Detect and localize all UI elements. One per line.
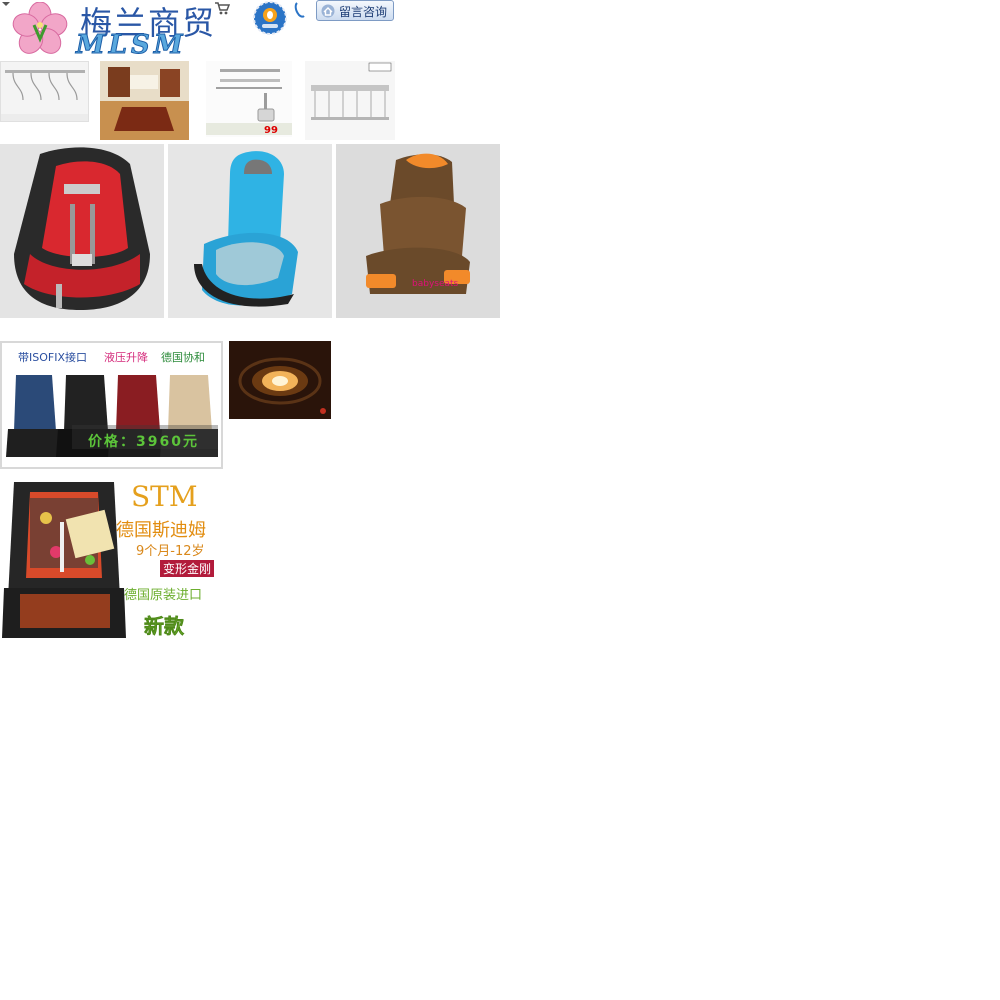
brown-booster-seat-image: babyseats — [336, 144, 500, 318]
towel-rack-price-tag: 99 — [264, 125, 278, 136]
banner-stm-seat[interactable]: STM 德国斯迪姆 9个月-12岁 变形金刚 德国原装进口 新款 — [0, 478, 223, 650]
message-consult-button[interactable]: 留言咨询 — [316, 0, 394, 21]
product-thumb-brown-booster-seat[interactable]: babyseats — [336, 144, 500, 318]
red-car-seat-image — [0, 144, 164, 318]
site-logo[interactable]: 梅兰商贸 MLSM — [8, 0, 214, 61]
banner-isofix-feature-1: 带ISOFIX接口 — [18, 351, 87, 364]
cart-icon[interactable] — [214, 1, 230, 15]
stm-origin: 德国原装进口 — [124, 588, 203, 603]
banner-isofix-feature-3: 德国协和 — [161, 351, 205, 364]
stm-age-range: 9个月-12岁 — [136, 544, 205, 559]
qq-icon[interactable] — [252, 0, 288, 36]
ceiling-rack-image — [311, 62, 392, 120]
banner-isofix-seats[interactable]: 带ISOFIX接口 液压升降 德国协和 价格：3960元 — [0, 341, 223, 469]
brown-seat-caption: babyseats — [412, 279, 459, 289]
banner-isofix-price: 价格：3960元 — [88, 434, 199, 450]
towel-rack-image: 99 — [206, 69, 292, 136]
ceiling-lamp-image — [229, 341, 331, 419]
room-image — [100, 61, 189, 140]
product-thumb-blue-booster-seat[interactable] — [168, 144, 332, 318]
phone-icon — [294, 2, 305, 18]
banner-isofix-feature-2: 液压升降 — [104, 351, 148, 364]
product-thumb-ceiling-rack[interactable] — [305, 61, 395, 140]
stm-brand-en: STM — [131, 480, 198, 513]
stm-brand-cn: 德国斯迪姆 — [116, 520, 206, 541]
product-thumb-room[interactable] — [100, 61, 189, 140]
drying-rack-image — [1, 70, 88, 121]
product-thumb-drying-rack[interactable] — [0, 61, 89, 122]
house-icon — [321, 4, 335, 18]
logo-english-text: MLSM — [76, 30, 187, 61]
stm-seat-image — [0, 478, 128, 650]
product-thumb-red-car-seat[interactable] — [0, 144, 164, 318]
product-thumb-towel-rack[interactable]: 99 — [206, 61, 292, 137]
message-consult-label: 留言咨询 — [339, 5, 388, 19]
flower-logo-icon — [12, 2, 68, 54]
blue-booster-seat-image — [168, 144, 332, 318]
stm-new-label: 新款 — [144, 614, 185, 639]
product-thumb-ceiling-lamp[interactable] — [229, 341, 331, 419]
stm-tag-badge: 变形金刚 — [160, 560, 215, 577]
